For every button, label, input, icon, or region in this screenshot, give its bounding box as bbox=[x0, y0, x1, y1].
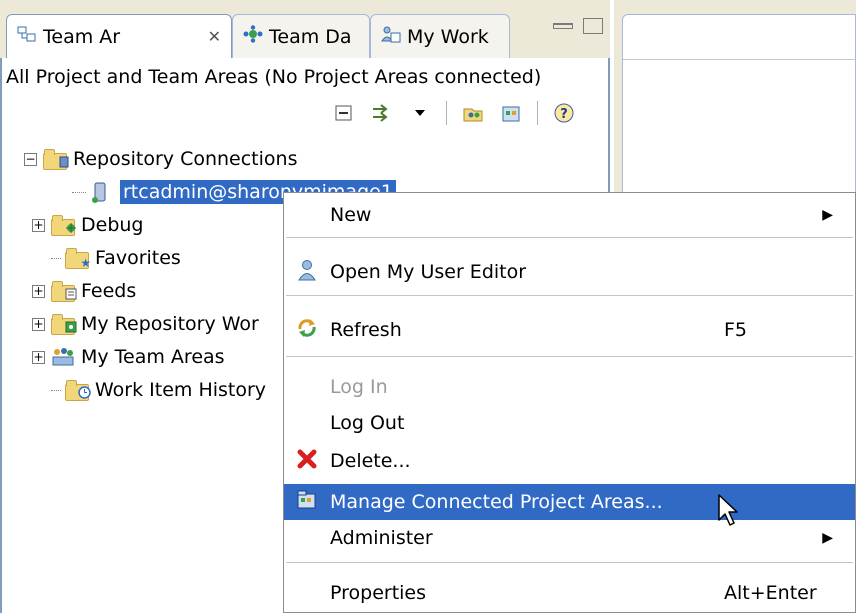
help-icon[interactable]: ? bbox=[552, 102, 576, 124]
delete-icon bbox=[294, 449, 320, 474]
mouse-cursor-icon bbox=[718, 494, 744, 533]
my-team-areas-icon bbox=[51, 347, 75, 367]
shortcut-label: F5 bbox=[724, 319, 748, 341]
submenu-arrow-icon: ▶ bbox=[822, 207, 833, 223]
tab-my-work[interactable]: My Work bbox=[370, 14, 510, 58]
tab-label: My Work bbox=[407, 25, 489, 48]
tree-item-my-repository-workspaces[interactable]: + My Repository Wor bbox=[32, 309, 259, 339]
tree-item-debug[interactable]: + Debug bbox=[32, 210, 143, 240]
expand-toggle[interactable]: + bbox=[32, 284, 45, 298]
view-tab-bar: Team Ar ✕ Team Da My Work bbox=[0, 0, 610, 60]
minimize-icon[interactable] bbox=[553, 23, 573, 29]
tab-team-dashboard[interactable]: Team Da bbox=[232, 14, 370, 58]
menu-separator bbox=[286, 237, 853, 238]
toolbar-separator bbox=[537, 101, 538, 125]
view-description: All Project and Team Areas (No Project A… bbox=[6, 66, 542, 88]
collapse-toggle[interactable]: − bbox=[24, 152, 37, 166]
favorites-folder-icon: ★ bbox=[65, 248, 91, 270]
link-with-editor-icon[interactable] bbox=[370, 102, 394, 124]
expand-toggle[interactable]: + bbox=[32, 218, 45, 232]
menu-separator bbox=[286, 562, 853, 563]
team-dashboard-icon bbox=[243, 25, 263, 48]
feeds-folder-icon bbox=[51, 281, 77, 302]
tree-item-favorites[interactable]: ★ Favorites bbox=[51, 243, 181, 273]
my-repository-workspaces-icon bbox=[51, 314, 77, 335]
repository-connection-icon bbox=[90, 182, 114, 203]
tree-item-my-team-areas[interactable]: + My Team Areas bbox=[32, 342, 225, 372]
tree-item-label: Favorites bbox=[95, 247, 181, 269]
menu-separator bbox=[286, 356, 853, 357]
menu-item-open-my-user-editor[interactable]: Open My User Editor bbox=[284, 254, 855, 290]
user-icon bbox=[294, 259, 320, 286]
my-work-icon bbox=[381, 25, 401, 48]
tree-item-repository-connections[interactable]: − Repository Connections bbox=[24, 144, 297, 174]
shortcut-label: Alt+Enter bbox=[724, 582, 817, 604]
expand-toggle[interactable]: + bbox=[32, 350, 45, 364]
tab-label: Team Da bbox=[269, 25, 352, 48]
close-icon[interactable]: ✕ bbox=[208, 27, 221, 46]
menu-item-log-in: Log In bbox=[330, 376, 388, 398]
submenu-arrow-icon: ▶ bbox=[822, 530, 833, 546]
repository-connections-icon bbox=[43, 149, 69, 170]
menu-item-refresh[interactable]: Refresh F5 bbox=[284, 312, 855, 348]
team-artifacts-icon bbox=[17, 25, 37, 48]
menu-item-administer[interactable]: Administer ▶ bbox=[284, 520, 855, 556]
manage-project-areas-icon bbox=[294, 490, 320, 515]
svg-text:?: ? bbox=[560, 107, 568, 122]
new-project-area-icon[interactable] bbox=[499, 102, 523, 124]
menu-item-manage-connected-project-areas[interactable]: Manage Connected Project Areas... bbox=[284, 484, 855, 520]
expand-toggle[interactable]: + bbox=[32, 317, 45, 331]
refresh-icon bbox=[294, 317, 320, 344]
tab-label: Team Ar bbox=[43, 25, 121, 48]
menu-item-properties[interactable]: Properties Alt+Enter bbox=[284, 575, 855, 611]
tree-item-label: Repository Connections bbox=[73, 148, 298, 170]
view-controls bbox=[553, 18, 603, 34]
tree-item-work-item-history[interactable]: Work Item History bbox=[51, 375, 266, 405]
tree-item-label: My Team Areas bbox=[81, 346, 225, 368]
menu-item-log-out[interactable]: Log Out bbox=[284, 405, 855, 441]
new-team-area-icon[interactable] bbox=[461, 102, 485, 124]
dropdown-arrow-icon[interactable] bbox=[408, 102, 432, 124]
menu-item-new[interactable]: New ▶ bbox=[284, 197, 855, 233]
tree-item-label: Feeds bbox=[81, 280, 137, 302]
work-item-history-icon bbox=[65, 380, 91, 401]
tree-item-feeds[interactable]: + Feeds bbox=[32, 276, 136, 306]
toolbar-separator bbox=[446, 101, 447, 125]
menu-item-delete[interactable]: Delete... bbox=[284, 443, 855, 479]
tab-team-artifacts[interactable]: Team Ar ✕ bbox=[6, 14, 232, 58]
debug-folder-icon bbox=[51, 215, 76, 236]
maximize-icon[interactable] bbox=[583, 18, 603, 34]
view-toolbar: ? bbox=[332, 101, 576, 125]
tree-item-label: My Repository Wor bbox=[81, 313, 259, 335]
context-menu: New ▶ Open My User Editor Refresh F5 Log… bbox=[283, 192, 856, 613]
menu-separator bbox=[286, 295, 853, 296]
collapse-all-icon[interactable] bbox=[332, 102, 356, 124]
tree-item-label: Debug bbox=[81, 214, 144, 236]
tree-item-label: Work Item History bbox=[95, 379, 267, 401]
